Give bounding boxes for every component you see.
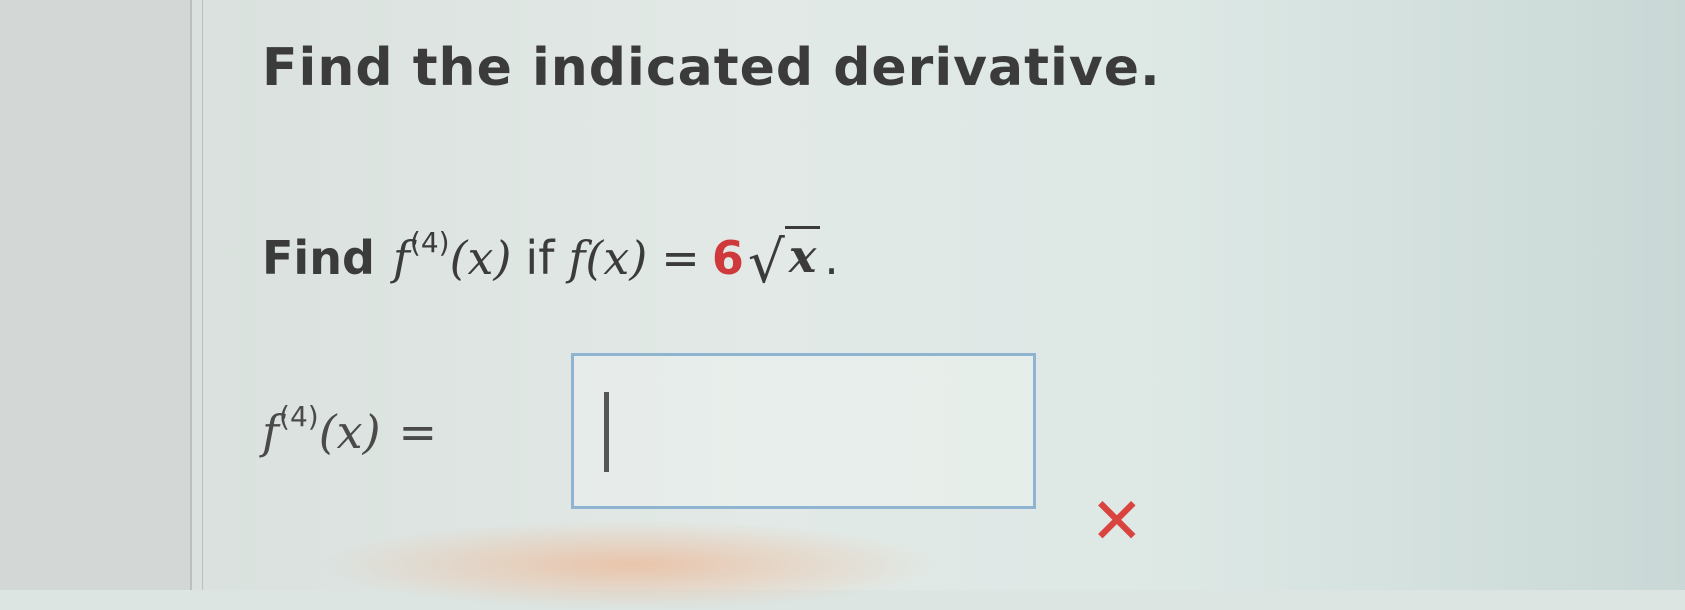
answer-label: f (4) (x) = [262, 400, 438, 459]
panel-divider [202, 0, 203, 590]
question-statement: Find f (4) (x) if f(x) = 6 √ x . [262, 225, 839, 291]
left-sidebar-panel [0, 0, 192, 590]
question-connector: if [525, 231, 555, 285]
answer-derivative-order: (4) [279, 400, 319, 433]
sqrt-icon: √ [747, 228, 785, 296]
target-argument: (x) [449, 231, 512, 285]
text-cursor [604, 392, 609, 472]
incorrect-x-icon: ✕ [1090, 485, 1144, 559]
derivative-order: (4) [409, 226, 450, 259]
problem-heading: Find the indicated derivative. [262, 38, 1161, 98]
answer-function: f [262, 405, 280, 459]
target-function: f [392, 231, 410, 285]
coefficient: 6 [711, 231, 744, 285]
given-function: f(x) [568, 231, 648, 285]
question-equals: = [661, 231, 700, 285]
answer-equals: = [398, 405, 438, 459]
question-intro: Find [262, 231, 375, 285]
question-end: . [824, 231, 839, 285]
square-root: √ x [748, 225, 821, 291]
answer-argument: (x) [318, 405, 381, 459]
answer-input[interactable] [571, 353, 1036, 509]
radicand: x [784, 226, 821, 283]
